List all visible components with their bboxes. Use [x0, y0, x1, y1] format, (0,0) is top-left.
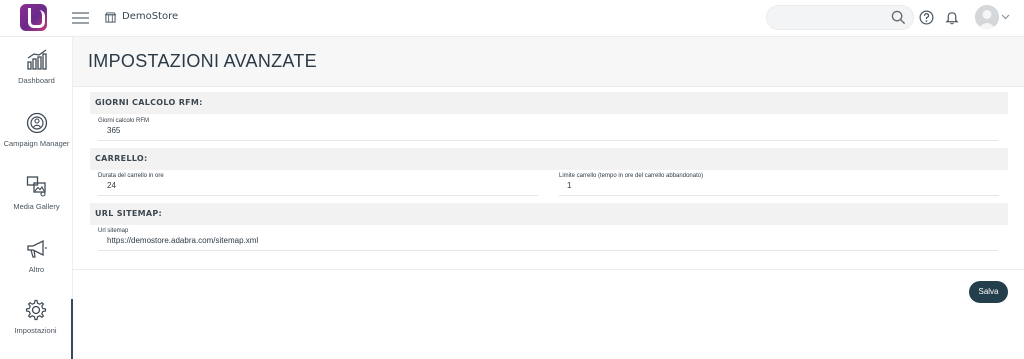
megaphone-icon: [26, 239, 47, 258]
sidebar-item-campaign-manager[interactable]: Campaign Manager: [0, 112, 73, 172]
search-icon[interactable]: [891, 10, 906, 25]
page-title: IMPOSTAZIONI AVANZATE: [88, 51, 317, 71]
field-label-url-sitemap: Url sitemap: [98, 228, 129, 234]
sidebar-item-label: Altro: [28, 265, 45, 274]
sidebar-item-impostazioni[interactable]: Impostazioni: [0, 299, 73, 359]
sidebar: Dashboard Campaign Manager Media Gallery…: [0, 37, 73, 359]
giorni-rfm-input[interactable]: 365: [107, 126, 120, 135]
field-label-limite-carrello: Limite carrello (tempo in ore del carrel…: [559, 173, 704, 179]
gear-icon: [25, 299, 46, 321]
limite-carrello-input[interactable]: 1: [567, 181, 571, 190]
store-icon: [105, 12, 116, 23]
bell-icon[interactable]: [945, 10, 959, 25]
store-name[interactable]: DemoStore: [122, 11, 178, 22]
sidebar-item-label: Media Gallery: [13, 202, 60, 211]
durata-carrello-input[interactable]: 24: [107, 181, 116, 190]
media-gallery-icon: [26, 176, 46, 197]
sidebar-item-dashboard[interactable]: Dashboard: [0, 49, 73, 109]
divider: [73, 269, 1024, 270]
field-label-durata-carrello: Durata del carrello in ore: [98, 173, 164, 179]
hamburger-menu-icon[interactable]: [72, 12, 89, 24]
search-input[interactable]: [767, 7, 887, 30]
top-bar: DemoStore: [0, 0, 1024, 37]
sidebar-item-altro[interactable]: Altro: [0, 238, 73, 298]
save-button[interactable]: Salva: [969, 281, 1008, 303]
field-label-giorni-rfm: Giorni calcolo RFM: [98, 118, 150, 124]
logo[interactable]: [20, 4, 47, 31]
section-heading-carrello: CARRELLO:: [90, 148, 1008, 170]
divider: [98, 140, 998, 141]
divider: [98, 250, 998, 251]
sidebar-item-media-gallery[interactable]: Media Gallery: [0, 175, 73, 235]
bar-chart-icon: [26, 49, 47, 70]
search-box[interactable]: [766, 5, 914, 30]
divider: [559, 195, 999, 196]
target-icon: [26, 112, 47, 134]
main-content: IMPOSTAZIONI AVANZATE GIORNI CALCOLO RFM…: [73, 37, 1024, 352]
url-sitemap-input[interactable]: https://demostore.adabra.com/sitemap.xml: [107, 236, 258, 245]
page-header: IMPOSTAZIONI AVANZATE: [73, 37, 1024, 87]
divider: [98, 195, 538, 196]
help-icon[interactable]: [919, 10, 934, 25]
avatar[interactable]: [975, 5, 999, 29]
section-heading-rfm: GIORNI CALCOLO RFM:: [90, 92, 1008, 114]
chevron-down-icon[interactable]: [1001, 13, 1010, 20]
sidebar-item-label: Impostazioni: [14, 326, 57, 335]
sidebar-item-label: Dashboard: [18, 76, 55, 85]
sidebar-item-label: Campaign Manager: [3, 139, 70, 148]
section-heading-url-sitemap: URL SITEMAP:: [90, 203, 1008, 225]
